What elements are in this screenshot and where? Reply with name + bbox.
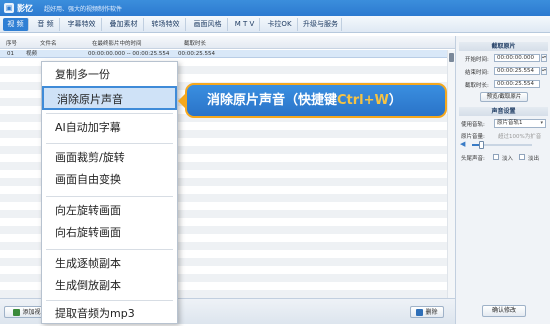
- row-time: 00:00:00.000 -- 00:00:25.554: [88, 51, 170, 57]
- audio-section-title: 声音设置: [459, 107, 548, 116]
- menu-item-mute-original[interactable]: 消除原片声音: [42, 86, 177, 110]
- audio-track-label: 使用音轨:: [461, 122, 485, 128]
- fade-out-label: 淡出: [528, 156, 540, 162]
- menu-separator: [46, 196, 173, 197]
- menu-item-duplicate[interactable]: 复制多一份: [42, 63, 177, 87]
- start-time-field[interactable]: 00:00:00.000: [494, 54, 540, 62]
- menu-item-extract-mp3[interactable]: 提取音频为mp3: [42, 302, 177, 326]
- audio-track-value: 原片音轨1: [497, 120, 523, 126]
- callout-text: 消除原片声音（快捷键: [207, 93, 338, 108]
- tab-video[interactable]: 视 频: [3, 18, 29, 31]
- menu-item-frame-copy[interactable]: 生成逐帧副本: [42, 252, 177, 276]
- audio-track-select[interactable]: 原片音轨1 ▾: [494, 119, 546, 128]
- callout-close: ）: [388, 93, 402, 108]
- clip-section-title: 截取原片: [459, 42, 548, 51]
- volume-control: ◀: [460, 140, 546, 150]
- col-index[interactable]: 序号: [6, 39, 17, 47]
- col-filename[interactable]: 文件名: [40, 39, 57, 47]
- tab-picture-style[interactable]: 画面风格: [188, 18, 228, 31]
- app-name: 影忆: [17, 4, 33, 13]
- menu-item-rotate-right[interactable]: 向右旋转画面: [42, 221, 177, 245]
- tab-karaoke[interactable]: 卡拉OK: [262, 18, 298, 31]
- chevron-down-icon: ▾: [540, 120, 543, 126]
- main-menu-bar: 视 频 音 频 字幕特效 叠加素材 转场特效 画面风格 M T V 卡拉OK 升…: [0, 16, 550, 33]
- tab-audio[interactable]: 音 频: [32, 18, 60, 31]
- menu-item-free-transform[interactable]: 画面自由变换: [42, 168, 177, 192]
- clip-table-header: 序号 文件名 在最终影片中的时间 截取时长: [0, 36, 455, 49]
- end-time-spinner[interactable]: ▴▾: [541, 67, 547, 75]
- tab-upgrade-service[interactable]: 升级与服务: [300, 18, 342, 31]
- col-duration[interactable]: 截取时长: [184, 39, 206, 47]
- menu-separator: [46, 143, 173, 144]
- right-settings-panel: 截取原片 开始时间: 00:00:00.000 ▴▾ 结束时间: 00:00:2…: [455, 36, 550, 324]
- tab-mtv[interactable]: M T V: [230, 18, 260, 31]
- volume-label: 原片音量:: [461, 134, 485, 140]
- app-logo-icon: ▣: [4, 3, 14, 13]
- menu-separator: [46, 300, 173, 301]
- tab-overlay-materials[interactable]: 叠加素材: [104, 18, 144, 31]
- start-time-label: 开始时间:: [465, 57, 489, 63]
- fade-label: 头尾声音:: [461, 156, 485, 162]
- delete-button[interactable]: 删除: [410, 306, 444, 318]
- add-icon: [13, 309, 21, 316]
- end-time-label: 结束时间:: [465, 70, 489, 76]
- menu-item-crop-rotate[interactable]: 画面裁剪/旋转: [42, 146, 177, 170]
- volume-hint: 超过100%为扩音: [498, 134, 542, 140]
- fade-in-checkbox[interactable]: [493, 154, 499, 160]
- table-scrollbar[interactable]: [447, 50, 455, 298]
- row-filename: 视频: [26, 51, 38, 57]
- end-time-field[interactable]: 00:00:25.554: [494, 67, 540, 75]
- clip-duration-label: 截取时长:: [465, 83, 489, 89]
- volume-slider-knob[interactable]: [479, 141, 484, 149]
- delete-label: 删除: [425, 309, 438, 316]
- menu-item-ai-subtitles[interactable]: AI自动加字幕: [42, 116, 177, 140]
- clip-duration-field[interactable]: 00:00:25.554: [494, 80, 540, 88]
- shortcut-callout: 消除原片声音（快捷键Ctrl+W）: [185, 83, 447, 118]
- preview-clip-button[interactable]: 预览/截取原片: [480, 92, 528, 102]
- confirm-changes-button[interactable]: 确认修改: [482, 305, 526, 317]
- table-row[interactable]: 01 视频 00:00:00.000 -- 00:00:25.554 00:00…: [0, 50, 455, 58]
- speaker-icon: ◀: [460, 140, 466, 148]
- col-final-time[interactable]: 在最终影片中的时间: [92, 39, 142, 47]
- menu-item-reverse-copy[interactable]: 生成倒放副本: [42, 274, 177, 298]
- fade-in-label: 淡入: [502, 156, 514, 162]
- tab-subtitle-effects[interactable]: 字幕特效: [62, 18, 102, 31]
- app-slogan: 超好用、强大的视频制作软件: [44, 6, 123, 13]
- start-time-spinner[interactable]: ▴▾: [541, 54, 547, 62]
- title-bar: ▣ 影忆 超好用、强大的视频制作软件: [0, 0, 550, 16]
- add-video-label: 添加视: [22, 309, 41, 316]
- row-index: 01: [7, 51, 14, 57]
- scrollbar-thumb[interactable]: [449, 53, 454, 62]
- fade-out-checkbox[interactable]: [519, 154, 525, 160]
- tab-transition-effects[interactable]: 转场特效: [146, 18, 186, 31]
- menu-separator: [46, 113, 173, 114]
- callout-hotkey: Ctrl+W: [337, 93, 389, 108]
- volume-slider[interactable]: [472, 141, 532, 149]
- row-duration: 00:00:25.554: [178, 51, 215, 57]
- trash-icon: [416, 309, 424, 316]
- context-menu: 复制多一份 消除原片声音 AI自动加字幕 画面裁剪/旋转 画面自由变换 向左旋转…: [41, 61, 178, 324]
- menu-item-rotate-left[interactable]: 向左旋转画面: [42, 199, 177, 223]
- menu-separator: [46, 249, 173, 250]
